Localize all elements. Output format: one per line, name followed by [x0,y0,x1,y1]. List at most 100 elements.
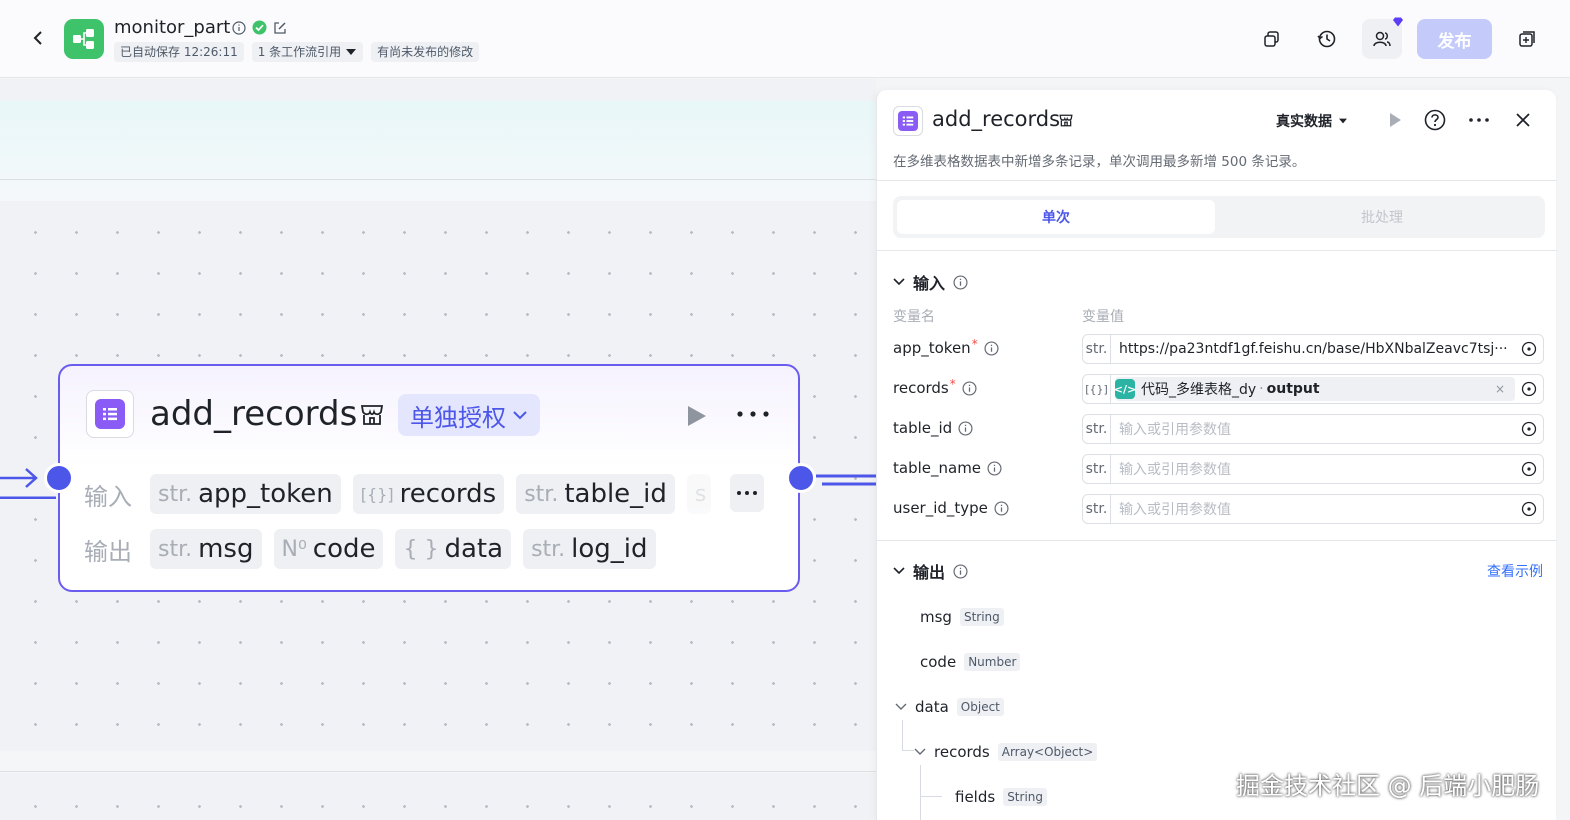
reference-button[interactable] [1515,461,1543,477]
node-more-button[interactable] [736,400,770,425]
table-name-field[interactable]: str. 输入或引用参数值 [1082,454,1544,484]
clear-reference-icon[interactable]: × [1495,382,1505,396]
workflow-logo-icon [73,29,94,49]
column-header-name: 变量名 [893,309,935,325]
inputs-more-button[interactable] [730,474,764,512]
back-button[interactable] [28,26,48,50]
copy-button[interactable] [1255,22,1289,56]
app-logo [64,19,104,59]
output-chip: N⁰ code [273,529,384,569]
table-id-input[interactable]: 输入或引用参数值 [1111,419,1515,439]
tab-batch[interactable]: 批处理 [1223,200,1541,234]
records-reference-tag[interactable]: </> 代码_多维表格_dy · output × [1114,377,1515,401]
history-icon [1317,30,1336,48]
input-chip: str. app_token [150,474,341,514]
node-inputs: 输入 str. app_token [{}] records str. table_i… [84,474,711,514]
app-token-value[interactable]: https://pa23ntdf1gf.feishu.cn/base/HbXNb… [1111,341,1515,357]
tab-single[interactable]: 单次 [897,200,1215,234]
node-title: add_records [150,394,358,434]
chevron-down-icon [914,748,926,755]
input-chip: str. table_id [516,474,675,514]
info-icon[interactable] [962,380,977,396]
param-app-token: app_token * [893,337,999,357]
store-icon [360,405,384,425]
output-section-header[interactable]: 输出 [893,559,968,583]
layout-toggle-button[interactable] [1510,22,1544,56]
table-name-input[interactable]: 输入或引用参数值 [1111,459,1515,479]
published-check-icon [252,20,267,35]
panel-more-button[interactable] [1457,108,1501,132]
chevron-down-icon [513,411,527,420]
chevron-down-icon [893,278,905,286]
param-records: records * [893,377,977,397]
info-icon[interactable] [987,460,1002,476]
output-item: msg String [920,608,1004,626]
table-id-field[interactable]: str. 输入或引用参数值 [1082,414,1544,444]
chevron-down-icon [893,567,905,575]
output-item: fields String [955,788,1047,806]
input-section-title: 输入 [913,274,946,293]
more-icon [737,411,769,417]
users-icon [1373,31,1391,47]
close-panel-button[interactable] [1501,108,1545,132]
target-icon [1521,341,1537,357]
table-list-icon [902,116,914,126]
collaborators-button[interactable] [1362,17,1403,59]
output-item: code Number [920,653,1021,671]
output-item-expandable[interactable]: records Array<Object> [914,743,1098,761]
info-icon[interactable] [994,500,1009,516]
run-node-button[interactable] [1377,108,1413,132]
workflow-canvas[interactable]: add_records 单独授权 输入 str. app_token [{}] re… [0,79,876,820]
output-item-expandable[interactable]: data Object [895,698,1004,716]
data-mode-dropdown[interactable]: 真实数据 [1276,111,1348,131]
input-label: 输入 [84,482,132,511]
input-chip: [{}] records [352,474,505,514]
copy-icon [1264,31,1279,47]
unpublished-badge: 有尚未发布的修改 [371,42,480,62]
info-icon[interactable] [984,340,999,356]
reference-button[interactable] [1515,341,1543,357]
run-icon [1390,113,1401,127]
output-chip: { } data [395,529,512,569]
caret-down-icon [346,49,357,55]
panel-title: add_records [932,107,1061,131]
param-table-name: table_name [893,459,1002,477]
publish-button[interactable]: 发布 [1417,19,1492,59]
info-icon[interactable] [232,20,246,35]
info-icon[interactable] [953,274,968,290]
view-example-link[interactable]: 查看示例 [1487,561,1543,581]
caret-down-icon [1339,118,1347,124]
help-button[interactable] [1413,108,1457,132]
output-port[interactable] [786,463,816,493]
info-icon[interactable] [953,563,968,579]
reference-button[interactable] [1515,501,1543,517]
history-button[interactable] [1310,22,1344,56]
type-label: [{}] [1083,375,1111,403]
param-table-id: table_id [893,419,973,437]
reference-button[interactable] [1515,381,1543,397]
reference-button[interactable] [1515,421,1543,437]
target-icon [1521,381,1537,397]
app-token-field[interactable]: str. https://pa23ntdf1gf.feishu.cn/base/… [1082,334,1544,364]
column-header-value: 变量值 [1082,309,1124,325]
input-section-header[interactable]: 输入 [893,270,968,294]
node-outputs: 输出 str. msg N⁰ code { } data str. log_id [84,529,656,569]
user-id-type-field[interactable]: str. 输入或引用参数值 [1082,494,1544,524]
type-label: str. [1083,335,1111,363]
run-icon[interactable] [684,404,708,428]
panel-copy-icon [1519,31,1535,47]
workflow-references-dropdown[interactable]: 1 条工作流引用 [251,42,364,62]
node-plugin-icon [86,390,134,438]
info-icon[interactable] [958,420,973,436]
add-records-node[interactable]: add_records 单独授权 输入 str. app_token [{}] re… [58,364,800,592]
records-field[interactable]: [{}] </> 代码_多维表格_dy · output × [1082,374,1544,404]
edit-icon[interactable] [273,21,287,35]
more-icon [737,491,757,495]
auth-dropdown[interactable]: 单独授权 [398,394,540,436]
param-user-id-type: user_id_type [893,499,1009,517]
panel-description: 在多维表格数据表中新增多条记录，单次调用最多新增 500 条记录。 [893,154,1306,170]
user-id-type-input[interactable]: 输入或引用参数值 [1111,499,1515,519]
workflow-references-label: 1 条工作流引用 [257,45,342,59]
store-icon [1059,114,1073,127]
input-port[interactable] [44,463,74,493]
